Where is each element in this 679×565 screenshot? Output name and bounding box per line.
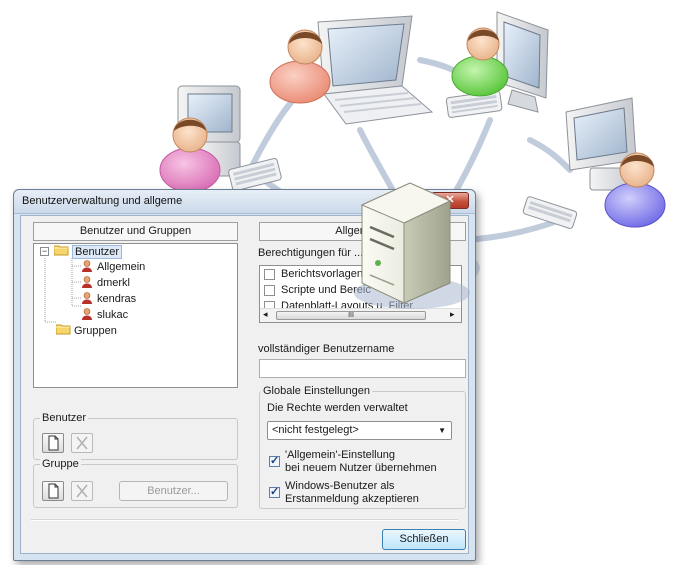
scroll-left-icon[interactable]: ◂	[263, 309, 268, 320]
user-icon	[82, 292, 92, 304]
delete-user-button[interactable]	[71, 433, 93, 453]
full-username-field[interactable]	[259, 359, 466, 378]
folder-icon	[56, 324, 71, 335]
delete-icon	[76, 484, 88, 498]
new-document-icon	[48, 435, 59, 451]
laptop-icon	[317, 15, 434, 125]
user-icon	[82, 276, 92, 288]
new-user-button[interactable]	[42, 433, 64, 453]
delete-group-button[interactable]	[71, 481, 93, 501]
tree-node-label: kendras	[97, 293, 137, 305]
checkbox-icon[interactable]	[264, 285, 275, 296]
user-avatar-icon	[604, 152, 666, 228]
benutzer-group-label: Benutzer	[40, 412, 89, 424]
tree-node-benutzer[interactable]: Benutzer	[54, 245, 123, 259]
gruppe-group-label: Gruppe	[40, 458, 81, 470]
tree-node-label: slukac	[97, 309, 129, 321]
users-and-groups-header: Benutzer und Gruppen	[33, 222, 238, 241]
checkbox-icon[interactable]	[264, 269, 275, 280]
close-dialog-button[interactable]: Schließen	[382, 529, 466, 550]
chevron-down-icon: ▼	[438, 426, 446, 435]
full-username-label: vollständiger Benutzername	[258, 343, 395, 355]
tree-node-label: Gruppen	[74, 325, 117, 337]
global-settings-label: Globale Einstellungen	[261, 385, 373, 397]
window-title: Benutzerverwaltung und allgeme	[22, 195, 183, 207]
checkbox-icon[interactable]	[269, 454, 280, 467]
tree-node-user[interactable]: Allgemein	[82, 260, 145, 274]
tree-node-gruppen[interactable]: Gruppen	[56, 324, 117, 338]
tree-node-label: Allgemein	[97, 261, 146, 273]
delete-icon	[76, 436, 88, 450]
tree-node-user[interactable]: slukac	[82, 308, 128, 322]
tree-node-user[interactable]: kendras	[82, 292, 136, 306]
option-allgemein-line1: 'Allgemein'-Einstellung	[285, 449, 395, 461]
group-members-button[interactable]: Benutzer...	[119, 481, 228, 501]
users-tree[interactable]: − Benutzer Allgemein dmerkl kendras sluk…	[33, 243, 238, 388]
option-windows-line1: Windows-Benutzer als	[285, 480, 395, 492]
tree-node-label: dmerkl	[97, 277, 131, 289]
new-group-button[interactable]	[42, 481, 64, 501]
rights-managed-select[interactable]: <nicht festgelegt> ▼	[267, 421, 452, 440]
rights-managed-value: <nicht festgelegt>	[272, 424, 359, 436]
tree-expander[interactable]: −	[40, 247, 49, 256]
option-allgemein-line2: bei neuem Nutzer übernehmen	[285, 462, 437, 474]
new-document-icon	[48, 483, 59, 499]
server-icon	[354, 182, 470, 309]
footer-divider	[31, 519, 458, 521]
tree-node-label: Benutzer	[72, 245, 123, 259]
option-windows-line2: Erstanmeldung akzeptieren	[285, 493, 419, 505]
folder-icon	[54, 245, 69, 256]
user-icon	[82, 308, 92, 320]
rights-managed-label: Die Rechte werden verwaltet	[267, 402, 408, 414]
tree-node-user[interactable]: dmerkl	[82, 276, 130, 290]
checkbox-icon[interactable]	[269, 485, 280, 498]
user-icon	[82, 260, 92, 272]
user-avatar-icon	[269, 29, 331, 104]
